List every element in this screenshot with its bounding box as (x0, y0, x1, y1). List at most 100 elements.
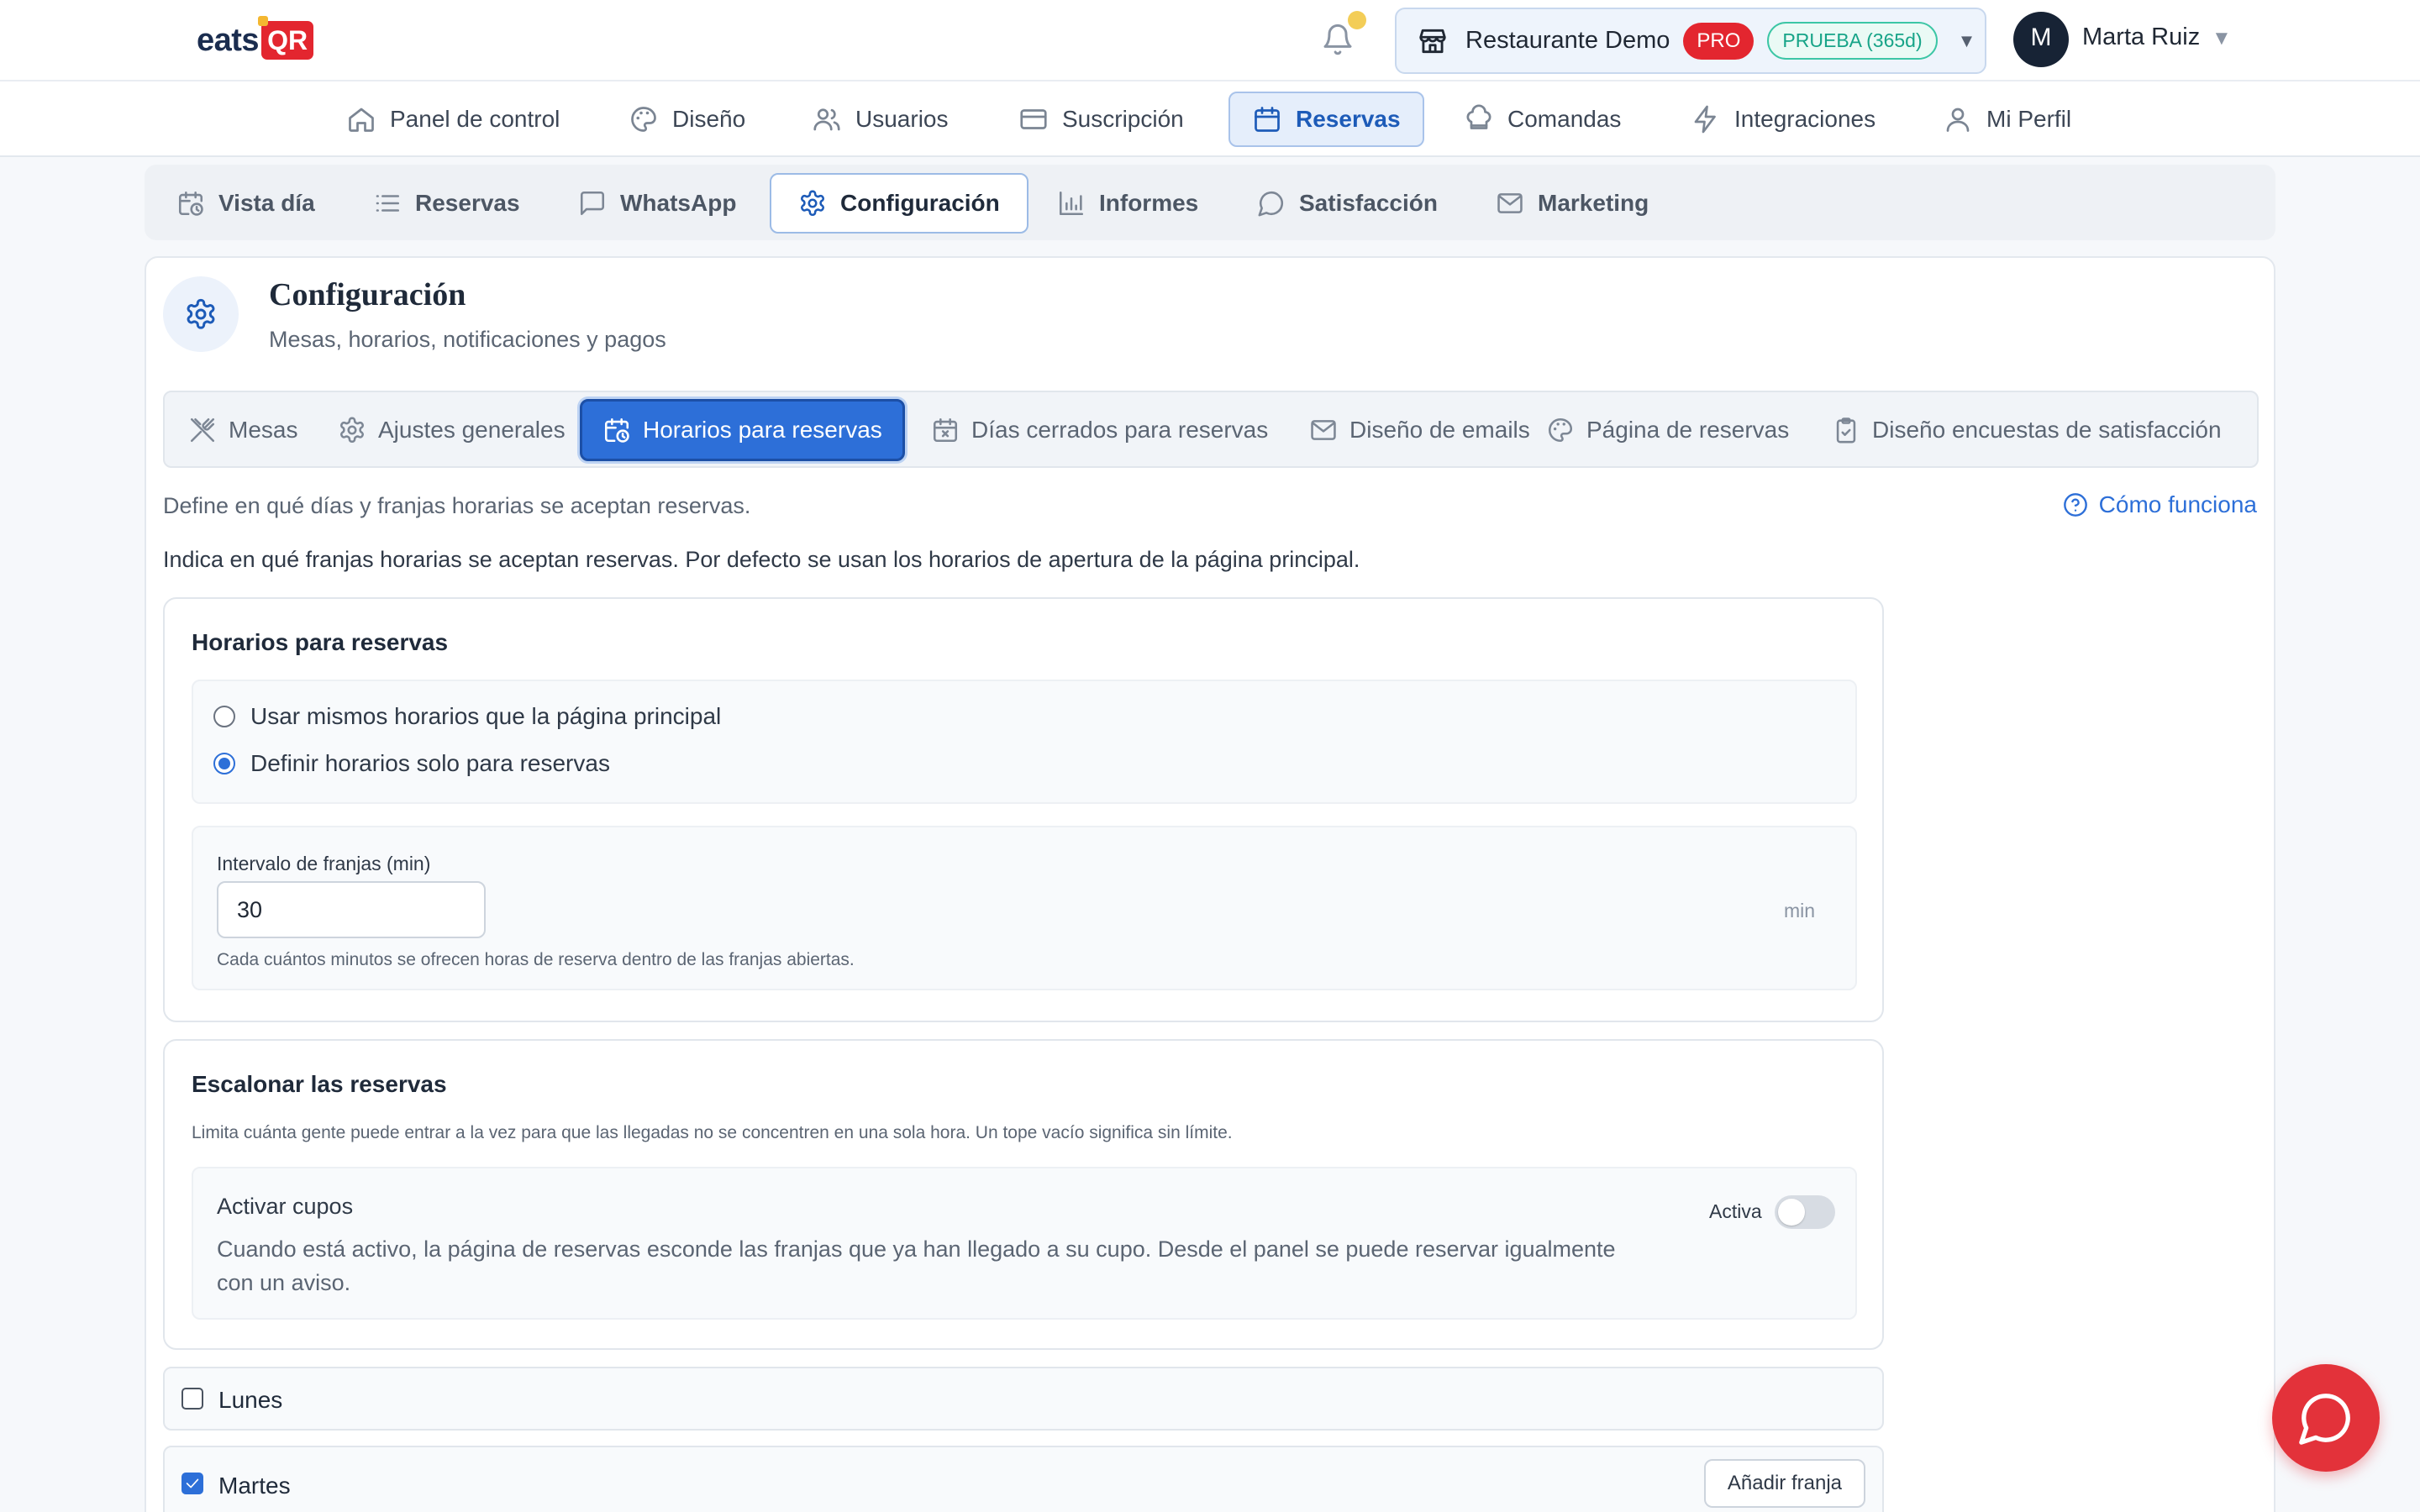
tab-label: Configuración (840, 190, 1000, 216)
eatsqr-logo[interactable]: eats QR (197, 16, 314, 62)
tab-dias-cerrados[interactable]: Días cerrados para reservas (931, 399, 1268, 461)
calendar-clock-icon (602, 416, 631, 444)
day-checkbox-checked[interactable] (182, 1473, 203, 1494)
clipboard-icon (1832, 416, 1860, 444)
nav-item-usuarios[interactable]: Usuarios (812, 92, 948, 147)
utensils-icon (188, 416, 217, 444)
day-row-martes: Martes Añadir franja (163, 1446, 1884, 1512)
message-square-icon (578, 189, 607, 218)
radio-same-hours[interactable]: Usar mismos horarios que la página princ… (213, 703, 721, 730)
define-description: Define en qué días y franjas horarias se… (163, 493, 751, 518)
nav-item-label: Mi Perfil (1986, 106, 2072, 132)
add-franja-button[interactable]: Añadir franja (1703, 1459, 1865, 1508)
tab-reservas[interactable]: Reservas (373, 173, 520, 234)
cupos-description-line: con un aviso. (217, 1270, 351, 1295)
tab-label: Satisfacción (1299, 190, 1438, 216)
chat-button[interactable] (2272, 1364, 2380, 1472)
horarios-mode-group: Usar mismos horarios que la página princ… (192, 680, 1857, 804)
store-icon (1417, 25, 1449, 57)
cupos-title: Activar cupos (217, 1194, 354, 1219)
radio-label: Definir horarios solo para reservas (250, 750, 610, 776)
nav-item-diseno[interactable]: Diseño (629, 92, 745, 147)
trial-badge: PRUEBA (365d) (1767, 22, 1938, 60)
como-funciona-link[interactable]: Cómo funciona (2062, 491, 2257, 518)
notification-dot (1348, 11, 1366, 29)
restaurant-selector[interactable]: Restaurante Demo PRO PRUEBA (365d) ▼ (1395, 8, 1986, 74)
palette-icon (629, 104, 659, 134)
calendar-clock-icon (176, 189, 205, 218)
section-title: Horarios para reservas (192, 629, 449, 655)
message-circle-icon (1257, 189, 1286, 218)
check-icon (183, 1474, 202, 1493)
help-link-label: Cómo funciona (2098, 491, 2257, 517)
page-title: Configuración (269, 277, 466, 312)
tab-label: Mesas (229, 417, 298, 443)
chef-hat-icon (1464, 104, 1494, 134)
nav-item-label: Comandas (1507, 106, 1622, 132)
tab-ajustes-generales[interactable]: Ajustes generales (338, 399, 566, 461)
interval-input[interactable]: 30 (217, 881, 486, 938)
nav-item-perfil[interactable]: Mi Perfil (1943, 92, 2071, 147)
interval-label: Intervalo de franjas (min) (217, 853, 431, 874)
tab-diseno-emails[interactable]: Diseño de emails (1309, 399, 1530, 461)
tab-label: WhatsApp (620, 190, 737, 216)
page-subtitle: Mesas, horarios, notificaciones y pagos (269, 327, 666, 352)
tab-horarios-reservas[interactable]: Horarios para reservas (580, 399, 905, 461)
nav-item-label: Diseño (672, 106, 746, 132)
bolt-icon (1691, 104, 1721, 134)
home-icon (346, 104, 376, 134)
day-row-lunes: Lunes (163, 1367, 1884, 1431)
tab-satisfaccion[interactable]: Satisfacción (1257, 173, 1438, 234)
day-checkbox[interactable] (182, 1388, 203, 1410)
nav-item-label: Suscripción (1062, 106, 1184, 132)
tab-informes[interactable]: Informes (1057, 173, 1198, 234)
tab-vista-dia[interactable]: Vista día (176, 173, 315, 234)
radio-button[interactable] (213, 706, 235, 727)
calendar-icon (1252, 104, 1282, 134)
cupos-group: Activar cupos Cuando está activo, la pág… (192, 1167, 1857, 1320)
day-name: Martes (218, 1473, 291, 1499)
nav-item-integraciones[interactable]: Integraciones (1691, 92, 1876, 147)
help-circle-icon (2062, 491, 2089, 518)
tab-label: Horarios para reservas (643, 417, 882, 443)
tab-whatsapp[interactable]: WhatsApp (578, 173, 736, 234)
palette-icon (1546, 416, 1575, 444)
nav-item-comandas[interactable]: Comandas (1464, 92, 1621, 147)
nav-item-reservas[interactable]: Reservas (1228, 92, 1424, 147)
chat-bubble-icon (2296, 1389, 2355, 1447)
bell-icon[interactable] (1321, 22, 1355, 57)
tab-marketing[interactable]: Marketing (1496, 173, 1649, 234)
user-name[interactable]: Marta Ruiz (2082, 24, 2200, 51)
tab-label: Página de reservas (1586, 417, 1790, 443)
bar-chart-icon (1057, 189, 1086, 218)
tab-label: Informes (1099, 190, 1199, 216)
logo-text: eats (197, 22, 260, 58)
list-icon (373, 189, 402, 218)
configuracion-card: Configuración Mesas, horarios, notificac… (145, 256, 2275, 1512)
cupos-toggle[interactable] (1775, 1195, 1835, 1229)
cupos-description: Cuando está activo, la página de reserva… (217, 1232, 1616, 1299)
tab-configuracion[interactable]: Configuración (770, 173, 1028, 234)
nav-item-panel[interactable]: Panel de control (346, 92, 560, 147)
radio-label: Usar mismos horarios que la página princ… (250, 703, 722, 729)
nav-item-label: Integraciones (1734, 106, 1876, 132)
avatar[interactable]: M (2013, 12, 2069, 67)
nav-item-label: Usuarios (855, 106, 949, 132)
cupos-description-line: Cuando está activo, la página de reserva… (217, 1236, 1616, 1262)
escalonar-section: Escalonar las reservas Limita cuánta gen… (163, 1039, 1884, 1350)
radio-button-selected[interactable] (213, 753, 235, 774)
logo-badge: QR (258, 16, 314, 60)
escalonar-description: Limita cuánta gente puede entrar a la ve… (192, 1123, 1233, 1142)
nav-item-suscripcion[interactable]: Suscripción (1018, 92, 1184, 147)
tab-pagina-reservas[interactable]: Página de reservas (1546, 399, 1789, 461)
mail-icon (1496, 189, 1524, 218)
day-name: Lunes (218, 1387, 283, 1413)
indica-description: Indica en qué franjas horarias se acepta… (163, 547, 1360, 572)
tab-label: Vista día (218, 190, 315, 216)
user-chevron-down-icon[interactable]: ▼ (2212, 27, 2232, 50)
radio-custom-hours[interactable]: Definir horarios solo para reservas (213, 750, 610, 777)
gear-icon (338, 416, 366, 444)
tab-mesas[interactable]: Mesas (188, 399, 297, 461)
top-header: eats QR Restaurante Demo PRO PRUEBA (365… (0, 0, 2420, 81)
tab-diseno-encuestas[interactable]: Diseño encuestas de satisfacción (1832, 399, 2222, 461)
